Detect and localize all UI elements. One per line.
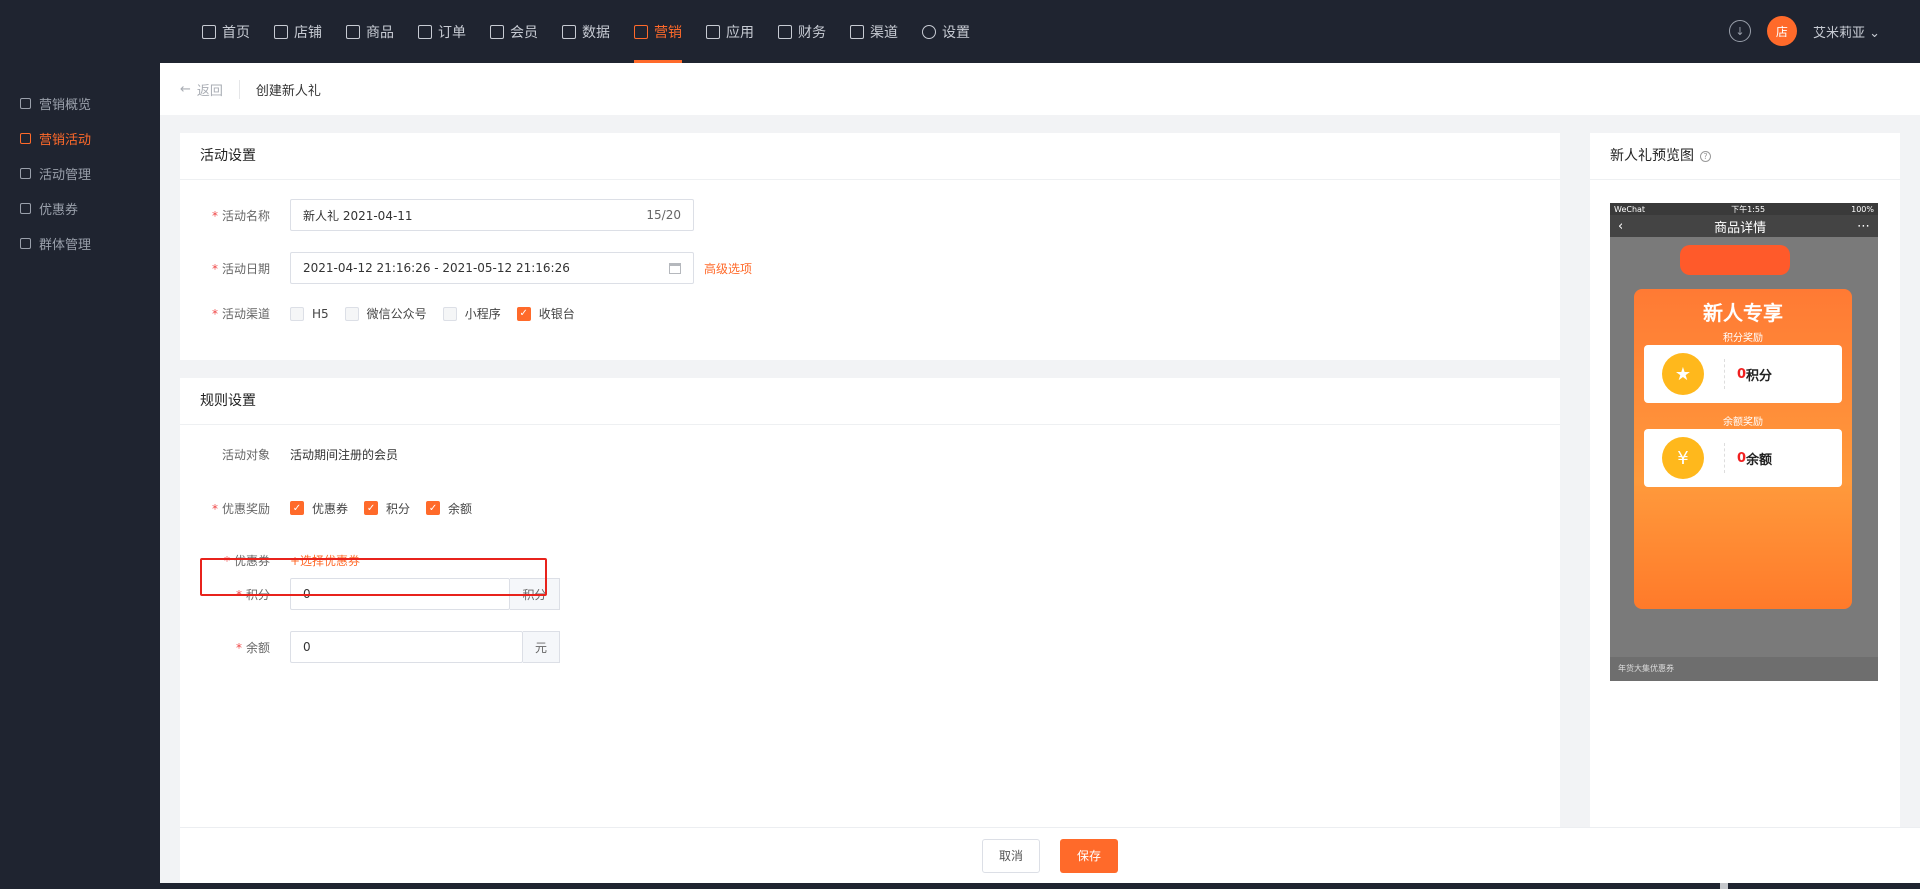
sidebar-item-coupons[interactable]: 优惠券 bbox=[0, 191, 160, 226]
phone-status-bar: WeChat 下午1:55 100% bbox=[1610, 203, 1878, 215]
member-icon bbox=[490, 24, 504, 39]
gift-title: 新人专享 bbox=[1703, 301, 1783, 325]
check-icon: ✓ bbox=[516, 306, 531, 321]
activity-date-row: * 活动日期 2021-04-12 21:16:26 - 2021-05-12 2… bbox=[180, 252, 752, 284]
tag-icon bbox=[634, 24, 648, 39]
sidebar-item-activities[interactable]: 营销活动 bbox=[0, 121, 160, 156]
finance-icon bbox=[778, 24, 792, 39]
user-menu[interactable]: 艾米莉亚 ⌄ bbox=[1813, 22, 1880, 41]
sidebar-item-overview[interactable]: 营销概览 bbox=[0, 86, 160, 121]
nav-home[interactable]: 首页 bbox=[190, 0, 262, 63]
sidebar-item-manage[interactable]: 活动管理 bbox=[0, 156, 160, 191]
advanced-options-link[interactable]: 高级选项 bbox=[704, 260, 752, 277]
main-nav: 首页 店铺 商品 订单 会员 数据 营销 应用 财务 渠道 设置 bbox=[190, 0, 982, 63]
gear-icon bbox=[922, 24, 936, 39]
top-bar: 首页 店铺 商品 订单 会员 数据 营销 应用 财务 渠道 设置 ↓ 店 艾米莉… bbox=[0, 0, 1920, 63]
check-icon: ✓ bbox=[364, 501, 379, 515]
rule-settings-panel: 规则设置 活动对象 活动期间注册的会员 * 优惠奖励 ✓ 优惠券 ✓ 积分 ✓ 余额 *… bbox=[180, 378, 1560, 827]
nav-finance[interactable]: 财务 bbox=[766, 0, 838, 63]
target-row: 活动对象 活动期间注册的会员 bbox=[221, 447, 399, 462]
sidebar-item-groups[interactable]: 群体管理 bbox=[0, 226, 160, 261]
nav-order[interactable]: 订单 bbox=[406, 0, 478, 63]
store-icon bbox=[274, 24, 288, 39]
main-content: ← 返回 创建新人礼 活动设置 * 活动名称 新人礼 2021-04-11 15/20… bbox=[160, 63, 1920, 889]
preview-phone: WeChat 下午1:55 100% ‹ 商品详情 ⋯ 新人专享 积分奖励 ★ 0 积分 余… bbox=[1610, 203, 1878, 681]
nav-channel[interactable]: 渠道 bbox=[838, 0, 910, 63]
char-count: 15/20 bbox=[646, 208, 681, 222]
reward-balance-checkbox[interactable]: ✓ 余额 bbox=[426, 500, 472, 517]
back-button[interactable]: ← 返回 bbox=[180, 79, 240, 99]
activity-settings-title: 活动设置 bbox=[180, 133, 1560, 180]
manage-icon bbox=[20, 168, 31, 179]
nav-store[interactable]: 店铺 bbox=[262, 0, 334, 63]
rule-settings-title: 规则设置 bbox=[180, 378, 1560, 425]
date-range-picker[interactable]: 2021-04-12 21:16:26 - 2021-05-12 21:16:2… bbox=[290, 252, 694, 284]
highlight-box bbox=[200, 558, 547, 596]
nav-goods[interactable]: 商品 bbox=[334, 0, 406, 63]
nav-app[interactable]: 应用 bbox=[694, 0, 766, 63]
phone-header: ‹ 商品详情 ⋯ bbox=[1610, 215, 1878, 237]
download-icon[interactable]: ↓ bbox=[1728, 20, 1751, 42]
activity-settings-panel: 活动设置 * 活动名称 新人礼 2021-04-11 15/20 * 活动日期 202… bbox=[180, 133, 1560, 360]
chart-icon bbox=[562, 24, 576, 39]
cancel-button[interactable]: 取消 bbox=[982, 838, 1040, 873]
activity-name-row: * 活动名称 新人礼 2021-04-11 15/20 bbox=[180, 199, 694, 231]
calendar-icon bbox=[669, 262, 681, 274]
channel-miniprogram-checkbox[interactable]: 小程序 bbox=[442, 305, 501, 322]
preview-panel: 新人礼预览图? WeChat 下午1:55 100% ‹ 商品详情 ⋯ 新人专享 积分奖… bbox=[1590, 133, 1900, 827]
more-icon: ⋯ bbox=[1857, 218, 1870, 234]
avatar[interactable]: 店 bbox=[1766, 16, 1797, 46]
order-icon bbox=[418, 24, 432, 39]
goods-icon bbox=[346, 24, 360, 39]
balance-reward-box: ¥0 余额 bbox=[1644, 429, 1842, 487]
activity-name-input[interactable]: 新人礼 2021-04-11 15/20 bbox=[290, 199, 694, 231]
home-icon bbox=[202, 24, 216, 39]
nav-data[interactable]: 数据 bbox=[550, 0, 622, 63]
overview-icon bbox=[20, 98, 31, 109]
nav-marketing[interactable]: 营销 bbox=[622, 0, 694, 63]
sidebar: 营销概览 营销活动 活动管理 优惠券 群体管理 bbox=[0, 63, 160, 883]
nav-member[interactable]: 会员 bbox=[478, 0, 550, 63]
app-icon bbox=[706, 24, 720, 39]
save-button[interactable]: 保存 bbox=[1060, 838, 1118, 873]
balance-section-title: 余额奖励 bbox=[1723, 417, 1763, 428]
reward-coupon-checkbox[interactable]: ✓ 优惠券 bbox=[290, 500, 348, 517]
channel-icon bbox=[850, 24, 864, 39]
star-coin-icon: ★ bbox=[1662, 353, 1704, 395]
back-icon: ‹ bbox=[1618, 218, 1624, 234]
channel-pos-checkbox[interactable]: ✓ 收银台 bbox=[516, 305, 575, 322]
arrow-left-icon: ← bbox=[180, 81, 191, 97]
page-title: 创建新人礼 bbox=[255, 83, 321, 99]
preview-title: 新人礼预览图 bbox=[1610, 147, 1694, 164]
breadcrumb: ← 返回 创建新人礼 bbox=[160, 63, 1920, 115]
channel-h5-checkbox[interactable]: H5 bbox=[290, 306, 329, 321]
check-icon: ✓ bbox=[290, 501, 304, 515]
group-icon bbox=[20, 238, 31, 249]
user-area: ↓ 店 艾米莉亚 ⌄ bbox=[1728, 16, 1880, 46]
help-icon[interactable]: ? bbox=[1700, 150, 1711, 162]
channel-wechat-checkbox[interactable]: 微信公众号 bbox=[344, 305, 427, 322]
nav-settings[interactable]: 设置 bbox=[910, 0, 982, 63]
gift-bow bbox=[1680, 245, 1790, 275]
reward-row: * 优惠奖励 ✓ 优惠券 ✓ 积分 ✓ 余额 bbox=[211, 500, 473, 517]
activity-channel-row: * 活动渠道 H5 微信公众号 小程序 ✓ 收银台 bbox=[211, 305, 575, 322]
points-reward-box: ★ 0 积分 bbox=[1644, 345, 1842, 403]
balance-input[interactable]: 0 bbox=[290, 631, 523, 663]
chevron-down-icon: ⌄ bbox=[1869, 25, 1880, 41]
footer-actions: 取消 保存 bbox=[180, 827, 1920, 883]
check-icon: ✓ bbox=[426, 501, 441, 515]
phone-bottom-bar: 年货大集优惠券 bbox=[1610, 657, 1878, 681]
balance-row: * 余额 0 元 bbox=[180, 631, 560, 663]
coupon-icon bbox=[20, 203, 31, 214]
target-value: 活动期间注册的会员 bbox=[290, 447, 399, 462]
yuan-coin-icon: ¥ bbox=[1662, 437, 1704, 479]
tag-icon bbox=[20, 133, 31, 144]
reward-points-checkbox[interactable]: ✓ 积分 bbox=[364, 500, 410, 517]
balance-unit: 元 bbox=[523, 631, 560, 663]
points-section-title: 积分奖励 bbox=[1723, 333, 1763, 344]
